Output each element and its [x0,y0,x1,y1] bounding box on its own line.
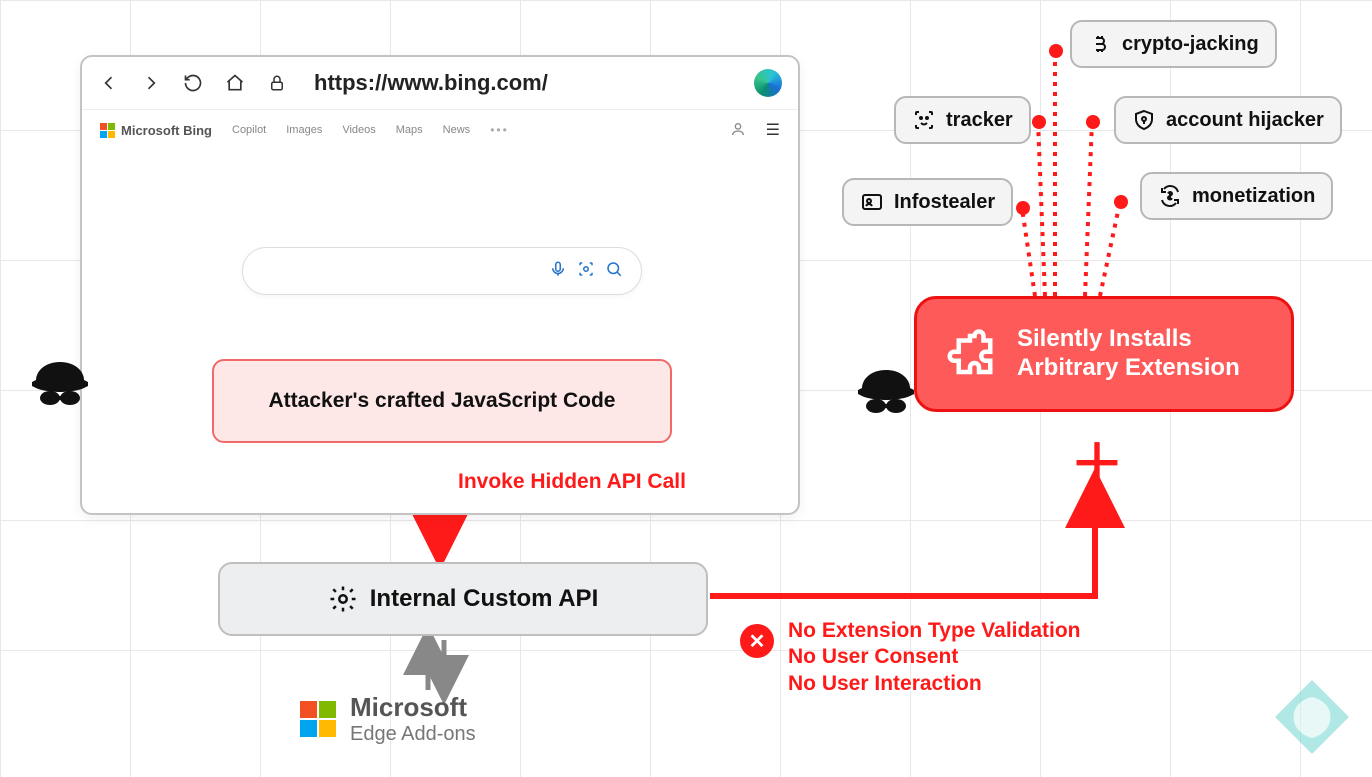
nav-videos[interactable]: Videos [342,124,375,136]
nav-images[interactable]: Images [286,124,322,136]
addons-line2: Edge Add-ons [350,723,476,746]
bing-brand-text: Microsoft Bing [121,123,212,138]
hacker-icon [28,352,92,416]
invoke-label: Invoke Hidden API Call [458,470,686,494]
bing-header: Microsoft Bing Copilot Images Videos Map… [82,110,798,150]
url-text[interactable]: https://www.bing.com/ [314,70,548,96]
attacker-code-box: Attacker's crafted JavaScript Code [212,359,672,443]
hamburger-icon[interactable]: ☰ [766,120,780,140]
hacker-icon [854,360,918,424]
bing-brand: Microsoft Bing [100,123,212,138]
lock-icon [266,72,288,94]
refresh-icon[interactable] [182,72,204,94]
noconsent-l3: No User Interaction [788,671,1081,697]
no-consent-block: ✕ No Extension Type Validation No User C… [740,618,1081,697]
tag-label: monetization [1192,185,1315,208]
dot [1032,115,1046,129]
dot [1114,195,1128,209]
plus-icon: ＋ [1070,420,1124,499]
noconsent-l2: No User Consent [788,644,1081,670]
install-line2: Arbitrary Extension [1017,354,1240,383]
nav-maps[interactable]: Maps [396,124,423,136]
internal-api-box: Internal Custom API [218,562,708,636]
noconsent-l1: No Extension Type Validation [788,618,1081,644]
x-circle-icon: ✕ [740,624,774,658]
browser-window: https://www.bing.com/ Microsoft Bing Cop… [80,55,800,515]
edge-addons: Microsoft Edge Add-ons [300,692,476,746]
silent-install-box: Silently Installs Arbitrary Extension [914,296,1294,412]
tag-label: Infostealer [894,191,995,214]
tag-account-hijacker: account hijacker [1114,96,1342,144]
tag-infostealer: Infostealer [842,178,1013,226]
profile-icon[interactable] [730,121,746,140]
browser-toolbar: https://www.bing.com/ [82,57,798,110]
forward-icon[interactable] [140,72,162,94]
api-box-text: Internal Custom API [370,585,598,613]
dot [1086,115,1100,129]
watermark-icon [1270,675,1354,759]
nav-copilot[interactable]: Copilot [232,124,266,136]
tag-crypto-jacking: crypto-jacking [1070,20,1277,68]
nav-news[interactable]: News [443,124,471,136]
tag-label: tracker [946,109,1013,132]
face-scan-icon [912,108,936,132]
id-card-icon [860,190,884,214]
gear-icon [328,584,358,614]
search-bar[interactable] [242,247,642,295]
bitcoin-icon [1088,32,1112,56]
lens-icon[interactable] [577,260,595,283]
shield-lock-icon [1132,108,1156,132]
edge-logo-icon [754,69,782,97]
home-icon[interactable] [224,72,246,94]
mic-icon[interactable] [549,260,567,283]
install-line1: Silently Installs [1017,325,1240,354]
back-icon[interactable] [98,72,120,94]
tag-label: account hijacker [1166,109,1324,132]
money-cycle-icon [1158,184,1182,208]
tag-tracker: tracker [894,96,1031,144]
microsoft-logo-icon [100,123,115,138]
search-icon[interactable] [605,260,623,283]
nav-more-icon[interactable]: ••• [490,123,509,137]
addons-line1: Microsoft [350,692,476,723]
microsoft-logo-icon [300,701,336,737]
dot [1049,44,1063,58]
puzzle-icon [943,327,997,381]
tag-monetization: monetization [1140,172,1333,220]
tag-label: crypto-jacking [1122,33,1259,56]
dot [1016,201,1030,215]
